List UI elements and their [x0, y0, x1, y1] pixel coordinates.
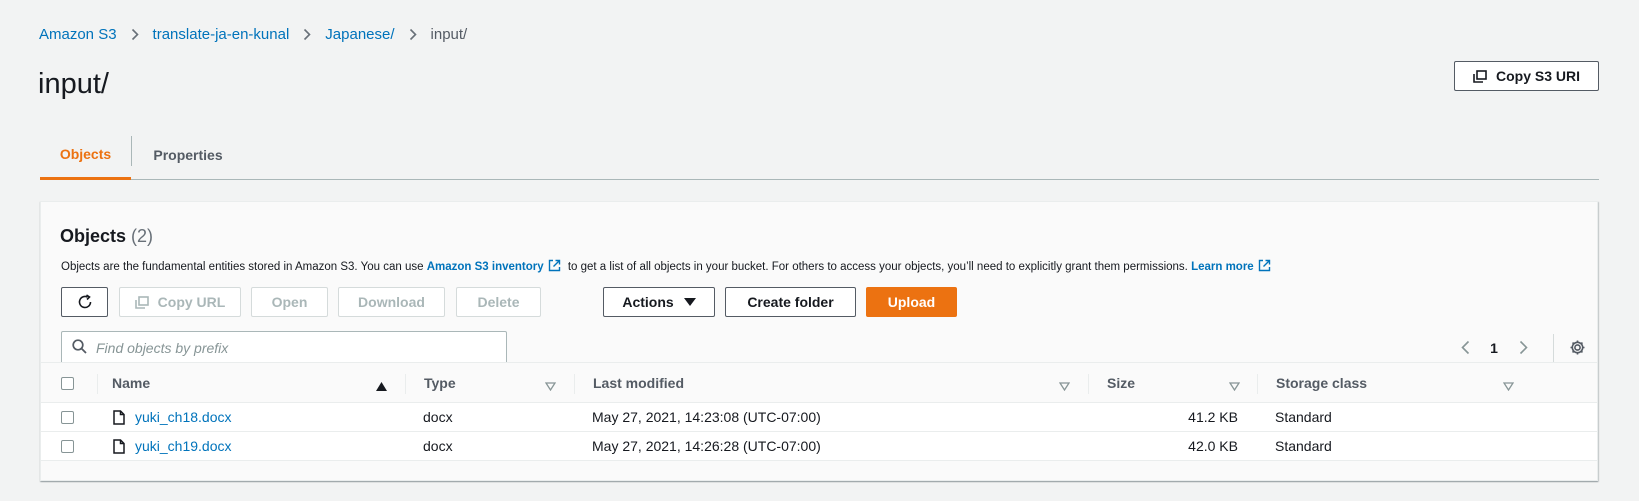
select-all-checkbox[interactable] — [61, 376, 74, 390]
upload-button[interactable]: Upload — [866, 287, 957, 317]
search-box — [61, 331, 507, 364]
column-header-last-modified[interactable]: Last modified — [593, 363, 684, 403]
chevron-right-icon[interactable] — [1509, 334, 1537, 362]
file-icon — [113, 438, 125, 454]
tab-bar: Objects Properties — [40, 130, 1599, 180]
breadcrumb-item-amazon-s3[interactable]: Amazon S3 — [39, 26, 117, 43]
name-cell: yuki_ch19.docx — [113, 432, 232, 460]
objects-table: Name Type Last modified Size Storage cla… — [41, 362, 1597, 461]
external-link-icon — [1258, 259, 1271, 275]
storage-class-cell: Standard — [1275, 409, 1332, 425]
delete-button[interactable]: Delete — [456, 287, 541, 317]
open-button[interactable]: Open — [251, 287, 328, 317]
actions-button[interactable]: Actions — [603, 287, 715, 317]
column-separator — [97, 374, 98, 394]
row-checkbox-cell — [61, 403, 74, 431]
copy-url-button[interactable]: Copy URL — [119, 287, 241, 317]
copy-icon — [134, 295, 149, 309]
copy-s3-uri-button[interactable]: Copy S3 URI — [1454, 61, 1599, 91]
description-text-1: Objects are the fundamental entities sto… — [61, 261, 424, 273]
file-name-link[interactable]: yuki_ch18.docx — [135, 409, 232, 425]
pagination: 1 — [1451, 331, 1586, 364]
description-text-2: to get a list of all objects in your buc… — [567, 261, 1188, 273]
tab-properties[interactable]: Properties — [132, 130, 244, 180]
search-input[interactable] — [96, 339, 476, 356]
tab-objects[interactable]: Objects — [40, 130, 131, 180]
column-header-size[interactable]: Size — [1107, 363, 1135, 403]
chevron-right-icon — [117, 28, 153, 41]
column-separator — [405, 374, 406, 394]
column-separator — [1088, 374, 1089, 394]
chevron-right-icon — [395, 28, 431, 41]
learn-more-link[interactable]: Learn more — [1191, 261, 1254, 273]
copy-url-label: Copy URL — [157, 294, 226, 310]
storage-class-cell: Standard — [1275, 438, 1332, 454]
select-all-checkbox-cell — [61, 363, 74, 403]
name-cell: yuki_ch18.docx — [113, 403, 232, 431]
objects-title-text: Objects — [60, 226, 127, 246]
column-header-type[interactable]: Type — [424, 363, 456, 403]
type-cell: docx — [423, 438, 453, 454]
breadcrumb: Amazon S3 translate-ja-en-kunal Japanese… — [39, 26, 467, 43]
column-separator — [1257, 374, 1258, 394]
objects-panel: Objects (2) Objects are the fundamental … — [40, 201, 1598, 481]
chevron-left-icon[interactable] — [1451, 334, 1479, 362]
column-separator — [574, 374, 575, 394]
size-cell: 42.0 KB — [1188, 438, 1238, 454]
size-cell: 41.2 KB — [1188, 409, 1238, 425]
refresh-icon — [77, 294, 93, 310]
refresh-button[interactable] — [61, 287, 108, 317]
page-title: input/ — [38, 68, 109, 100]
objects-count: (2) — [131, 226, 154, 246]
column-header-storage-class[interactable]: Storage class — [1276, 363, 1367, 403]
last-modified-cell: May 27, 2021, 14:23:08 (UTC-07:00) — [592, 409, 821, 425]
row-checkbox[interactable] — [61, 439, 74, 453]
last-modified-cell: May 27, 2021, 14:26:28 (UTC-07:00) — [592, 438, 821, 454]
table-header: Name Type Last modified Size Storage cla… — [41, 362, 1597, 403]
sort-icon[interactable] — [1228, 378, 1241, 394]
row-checkbox[interactable] — [61, 410, 74, 424]
sort-icon[interactable] — [544, 378, 557, 394]
type-cell: docx — [423, 409, 453, 425]
search-icon — [72, 338, 87, 357]
table-row[interactable]: yuki_ch19.docx docx May 27, 2021, 14:26:… — [41, 432, 1597, 461]
file-name-link[interactable]: yuki_ch19.docx — [135, 438, 232, 454]
breadcrumb-item-bucket[interactable]: translate-ja-en-kunal — [153, 26, 290, 43]
page-number[interactable]: 1 — [1479, 340, 1509, 356]
inventory-link[interactable]: Amazon S3 inventory — [427, 261, 544, 273]
sort-icon[interactable] — [1502, 378, 1515, 394]
copy-s3-uri-label: Copy S3 URI — [1495, 68, 1580, 84]
table-row[interactable]: yuki_ch18.docx docx May 27, 2021, 14:23:… — [41, 403, 1597, 432]
caret-down-icon — [683, 297, 696, 307]
objects-panel-title: Objects (2) — [60, 226, 153, 247]
breadcrumb-current: input/ — [430, 26, 468, 43]
file-icon — [113, 409, 125, 425]
row-checkbox-cell — [61, 432, 74, 460]
sort-asc-icon[interactable] — [376, 378, 387, 394]
download-button[interactable]: Download — [338, 287, 445, 317]
objects-description: Objects are the fundamental entities sto… — [61, 259, 1275, 275]
column-header-name[interactable]: Name — [112, 363, 150, 403]
chevron-right-icon — [289, 28, 325, 41]
sort-icon[interactable] — [1058, 378, 1071, 394]
create-folder-button[interactable]: Create folder — [725, 287, 856, 317]
external-link-icon — [548, 259, 561, 275]
gear-icon[interactable] — [1554, 334, 1586, 362]
actions-label: Actions — [622, 294, 674, 310]
copy-icon — [1473, 69, 1487, 83]
breadcrumb-item-folder[interactable]: Japanese/ — [325, 26, 394, 43]
